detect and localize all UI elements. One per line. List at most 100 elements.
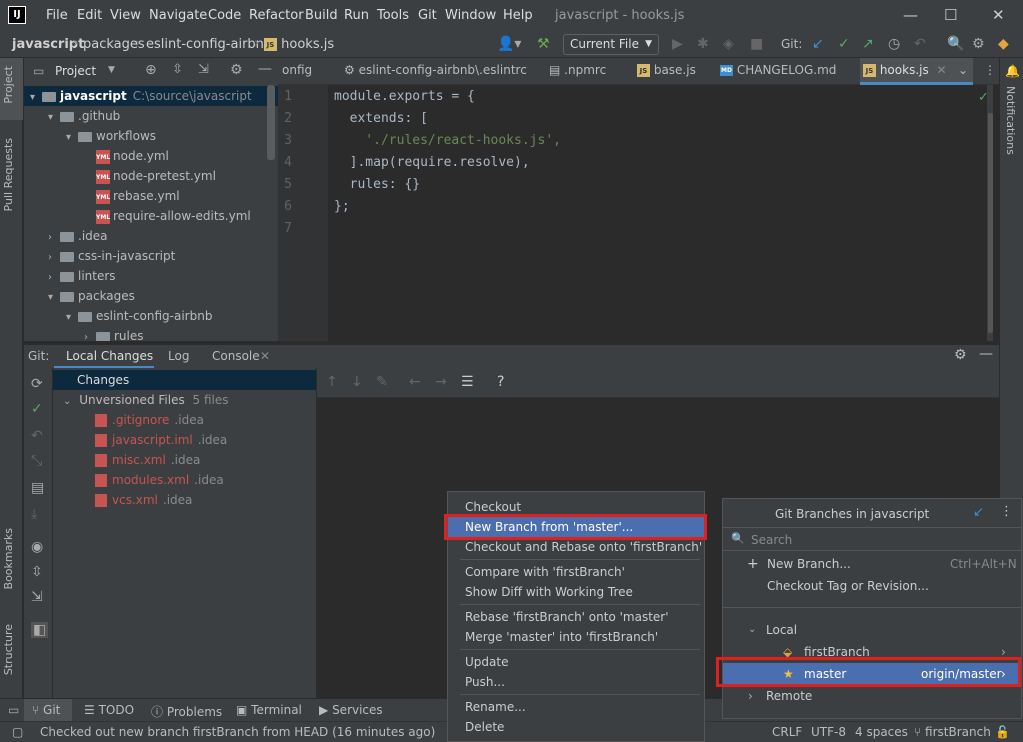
tool-tab-services[interactable]: ▶ Services — [319, 703, 383, 717]
tree-item[interactable]: YML node.yml — [24, 146, 278, 166]
tab-npmrc[interactable]: ▤ .npmrc — [549, 63, 606, 77]
new-branch-item[interactable]: + New Branch... Ctrl+Alt+N — [723, 553, 1021, 575]
tree-item[interactable]: ▾ eslint-config-airbnb — [24, 306, 278, 326]
close-tab-icon[interactable]: ✕ — [260, 349, 270, 363]
unversioned-file[interactable]: javascript.iml .idea — [53, 430, 316, 450]
coverage-icon[interactable]: ◈ — [723, 36, 734, 52]
tree-item[interactable]: › linters — [24, 266, 278, 286]
menu-window[interactable]: Window — [445, 8, 496, 23]
unversioned-file[interactable]: modules.xml .idea — [53, 470, 316, 490]
edit-icon[interactable]: ✎ — [376, 374, 388, 390]
menu-item[interactable]: Show Diff with Working Tree — [448, 582, 704, 602]
menu-item[interactable]: Rebase 'firstBranch' onto 'master' — [448, 607, 704, 627]
status-message[interactable]: Checked out new branch firstBranch from … — [40, 725, 435, 739]
panel-toggle-icon[interactable]: ▭ — [8, 703, 19, 717]
tree-item[interactable]: › rules — [24, 326, 278, 341]
search-field[interactable]: 🔍 Search — [723, 527, 1021, 551]
menu-code[interactable]: Code — [208, 8, 241, 23]
menu-view[interactable]: View — [110, 8, 141, 23]
search-icon[interactable]: 🔍 — [947, 36, 964, 52]
stop-icon[interactable]: ■ — [750, 36, 763, 52]
menu-run[interactable]: Run — [344, 8, 369, 23]
project-tool-tab[interactable]: Project — [2, 66, 15, 104]
hide-panel-icon[interactable]: — — [258, 61, 272, 77]
menu-item[interactable]: Checkout and Rebase onto 'firstBranch' — [448, 537, 704, 557]
more-icon[interactable]: ⋮ — [984, 63, 996, 77]
help-icon[interactable]: ? — [497, 374, 504, 390]
code-editor[interactable]: ✓ module.exports = { extends: [ './rules… — [328, 85, 993, 341]
code-with-me-icon[interactable]: ◆ — [998, 36, 1009, 52]
expand-all-icon[interactable]: ⇳ — [31, 564, 43, 580]
history-icon[interactable]: ◷ — [888, 36, 900, 52]
notifications-tool-tab[interactable]: Notifications — [1004, 86, 1017, 155]
viewer-options-icon[interactable]: ☰ — [461, 374, 474, 390]
arrow-right-icon[interactable]: → — [435, 374, 447, 390]
collapse-all-icon[interactable]: ⇲ — [198, 62, 209, 77]
menu-item[interactable]: Update — [448, 652, 704, 672]
changes-header[interactable]: Changes — [53, 370, 316, 390]
tree-item[interactable]: YML require-allow-edits.yml — [24, 206, 278, 226]
maximize-icon[interactable]: ☐ — [944, 6, 957, 24]
rollback-icon[interactable]: ↶ — [31, 428, 43, 444]
tree-item[interactable]: YML rebase.yml — [24, 186, 278, 206]
expand-all-icon[interactable]: ⇳ — [172, 62, 183, 77]
rollback-icon[interactable]: ↶ — [914, 36, 926, 52]
menu-build[interactable]: Build — [305, 8, 338, 23]
tree-item[interactable]: ▾ javascript C:\source\javascript — [24, 86, 278, 106]
tree-item[interactable]: ▾ packages — [24, 286, 278, 306]
pull-requests-tool-tab[interactable]: Pull Requests — [2, 138, 15, 211]
collapse-all-icon[interactable]: ⇲ — [31, 589, 43, 605]
tool-tab-terminal[interactable]: ▣ Terminal — [236, 703, 302, 717]
git-commit-icon[interactable]: ✓ — [838, 36, 850, 52]
code-line[interactable]: ].map(require.resolve), — [334, 155, 530, 170]
menu-help[interactable]: Help — [503, 8, 533, 23]
tab-config[interactable]: onfig — [282, 63, 312, 77]
menu-refactor[interactable]: Refactor — [249, 8, 304, 23]
chevron-down-icon[interactable]: ⌄ — [958, 63, 968, 77]
menu-navigate[interactable]: Navigate — [149, 8, 207, 23]
tree-item[interactable]: ▾ .github — [24, 106, 278, 126]
inspection-ok-icon[interactable]: ✓ — [978, 90, 989, 105]
lock-icon[interactable]: 🔓 — [995, 725, 1010, 739]
menu-tools[interactable]: Tools — [377, 8, 409, 23]
close-icon[interactable]: ✕ — [992, 6, 1005, 24]
tree-item[interactable]: › css-in-javascript — [24, 246, 278, 266]
refresh-icon[interactable]: ⟳ — [31, 376, 43, 392]
tool-tab-todo[interactable]: ☰ TODO — [84, 703, 134, 717]
menu-item[interactable]: Push... — [448, 672, 704, 692]
tree-scrollbar[interactable] — [267, 85, 275, 160]
unversioned-file[interactable]: misc.xml .idea — [53, 450, 316, 470]
unversioned-files-node[interactable]: ⌄ Unversioned Files 5 files — [53, 390, 316, 410]
code-line[interactable]: module.exports = { — [334, 89, 475, 104]
unversioned-file[interactable]: vcs.xml .idea — [53, 490, 316, 510]
changelist-icon[interactable]: ▤ — [31, 480, 44, 496]
code-line[interactable]: }; — [334, 199, 350, 214]
menu-item[interactable]: Merge 'master' into 'firstBranch' — [448, 627, 704, 647]
checkout-tag-item[interactable]: Checkout Tag or Revision... — [723, 575, 1021, 597]
eye-icon[interactable]: ◉ — [31, 539, 43, 555]
tree-item[interactable]: › .idea — [24, 226, 278, 246]
code-line[interactable]: rules: {} — [334, 177, 420, 192]
shelve-icon[interactable]: ⤓ — [31, 506, 37, 522]
user-icon[interactable]: 👤▾ — [497, 36, 521, 52]
menu-item[interactable]: Compare with 'firstBranch' — [448, 562, 704, 582]
run-icon[interactable]: ▶ — [672, 36, 683, 52]
run-config-select[interactable]: Current File ▼ — [563, 34, 659, 55]
menu-edit[interactable]: Edit — [77, 8, 102, 23]
minimize-icon[interactable]: — — [903, 6, 918, 24]
preview-diff-icon[interactable]: ◧ — [31, 622, 49, 638]
tool-tab-git[interactable]: ⑂ Git — [32, 703, 60, 717]
arrow-up-icon[interactable]: ↑ — [326, 374, 338, 390]
unversioned-file[interactable]: .gitignore .idea — [53, 410, 316, 430]
local-branches-group[interactable]: ⌄ Local — [723, 619, 1021, 641]
bell-icon[interactable]: 🔔 — [1005, 64, 1020, 78]
close-tab-icon[interactable]: ✕ — [937, 63, 947, 77]
bookmarks-tool-tab[interactable]: Bookmarks — [2, 528, 15, 589]
fetch-icon[interactable]: ↙ — [973, 505, 984, 520]
settings-icon[interactable]: ⚙ — [972, 36, 985, 52]
build-hammer-icon[interactable]: ⚒ — [537, 36, 550, 52]
file-encoding[interactable]: UTF-8 — [811, 725, 846, 739]
structure-tool-tab[interactable]: Structure — [2, 624, 15, 675]
breadcrumb-file[interactable]: JS hooks.js — [264, 37, 334, 52]
status-panel-icon[interactable]: ▢ — [12, 725, 23, 739]
